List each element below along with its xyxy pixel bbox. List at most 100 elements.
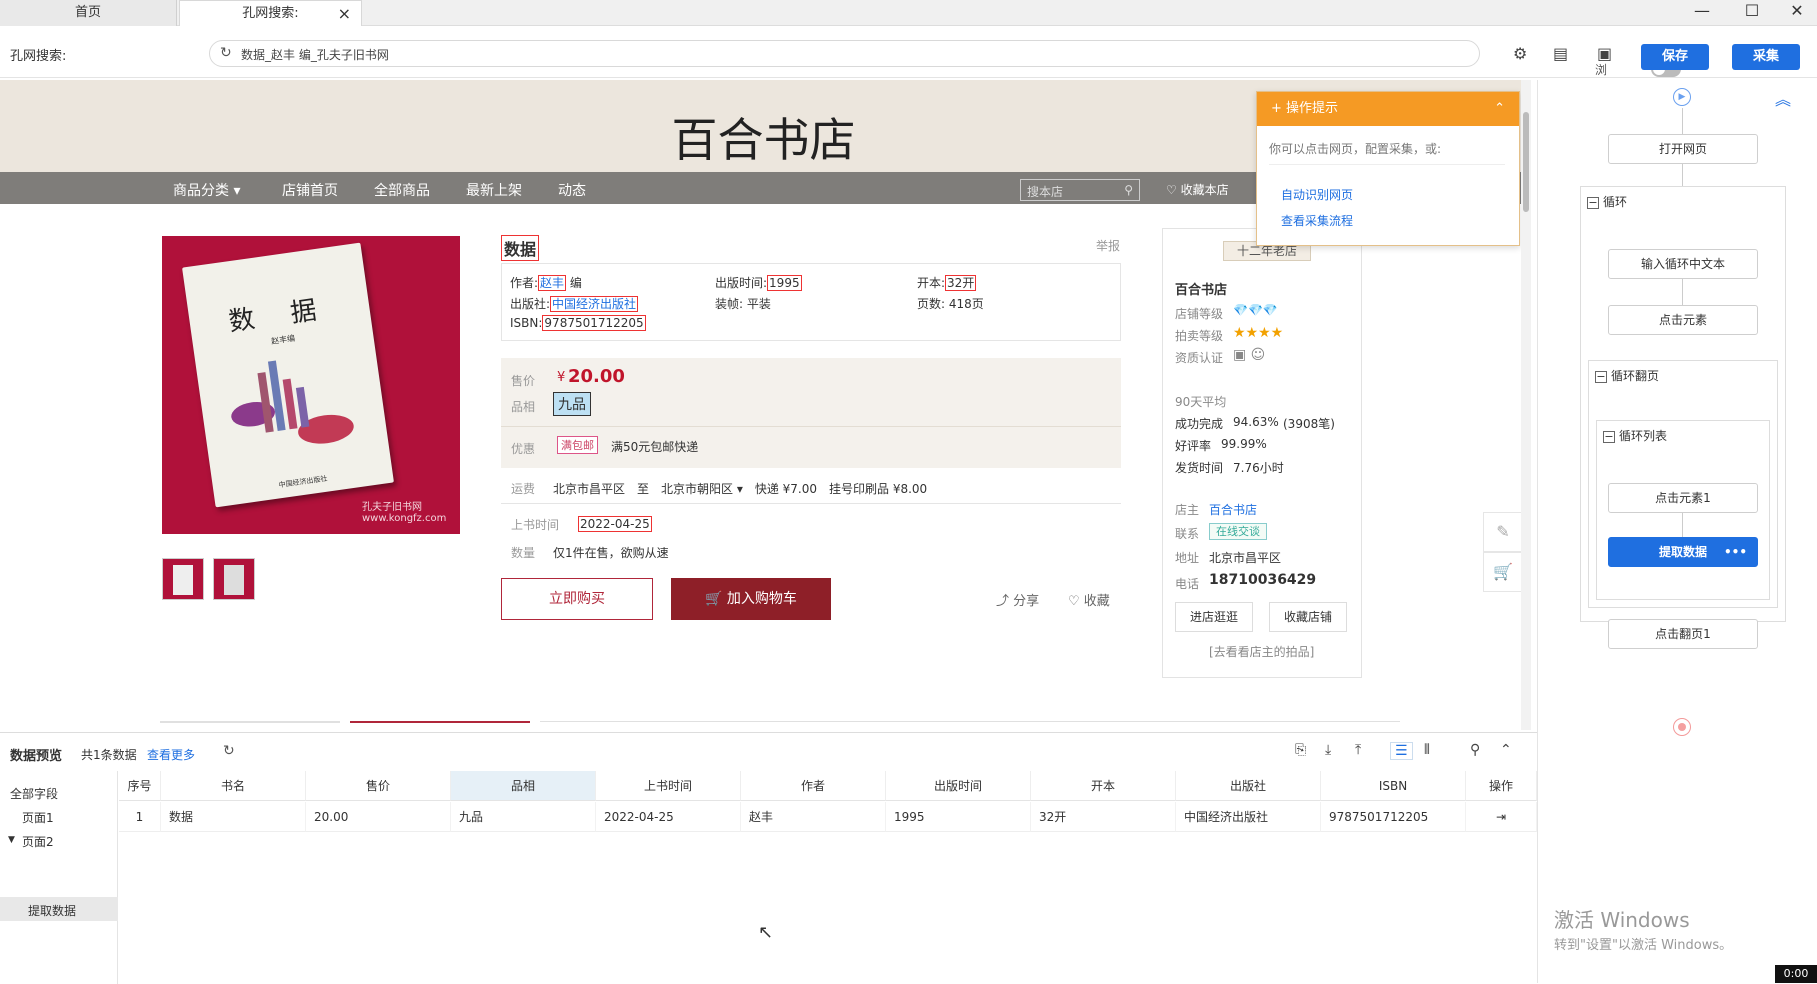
share-button[interactable]: ⤴ 分享 — [996, 590, 1039, 609]
window-icon[interactable]: ▣ — [1597, 44, 1612, 63]
tab-home[interactable]: 首页 — [0, 0, 177, 26]
refresh-icon[interactable]: ↻ — [223, 743, 235, 759]
favorite-shop-button[interactable]: 收藏店铺 — [1269, 602, 1347, 632]
refresh-icon[interactable]: ↻ — [220, 45, 232, 61]
table-cell[interactable]: 中国经济出版社 — [1176, 802, 1321, 832]
auction-link[interactable]: [去看看店主的拍品] — [1209, 643, 1314, 660]
table-cell[interactable]: 32开 — [1031, 802, 1176, 832]
table-cell[interactable]: 九品 — [451, 802, 596, 832]
add-to-cart-button[interactable]: 🛒 加入购物车 — [671, 578, 831, 620]
isbn-field: ISBN: 9787501712205 — [510, 315, 646, 331]
flow-click-element-1[interactable]: 点击元素1 — [1608, 483, 1758, 513]
buy-now-button[interactable]: 立即购买 — [501, 578, 653, 620]
table-cell: 1 — [119, 802, 161, 832]
nav-news[interactable]: 动态 — [558, 180, 586, 200]
nav-all[interactable]: 全部商品 — [374, 180, 430, 200]
report-link[interactable]: 举报 — [1096, 237, 1120, 254]
store-search-input[interactable]: 搜本店 ⚲ — [1020, 179, 1140, 201]
shop-card: 十二年老店 百合书店 店铺等级 💎💎💎 拍卖等级 ★★★★ 资质认证 ▣ ☺ 9… — [1162, 228, 1362, 678]
col-header[interactable]: 售价 — [306, 771, 451, 801]
detail-tab-1[interactable] — [160, 721, 340, 723]
expand-caret-icon[interactable]: ▼ — [8, 835, 15, 845]
auto-detect-link[interactable]: 自动识别网页 — [1281, 186, 1353, 203]
cert-icon[interactable]: ▣ ☺ — [1233, 347, 1265, 363]
scrollbar-thumb[interactable] — [1523, 112, 1529, 212]
collect-button[interactable]: ♡ 收藏 — [1068, 590, 1110, 609]
view-more-link[interactable]: 查看更多 — [147, 746, 195, 763]
table-cell[interactable]: 9787501712205 — [1321, 802, 1466, 832]
col-header[interactable]: 出版社 — [1176, 771, 1321, 801]
flow-input-text[interactable]: 输入循环中文本 — [1608, 249, 1758, 279]
nav-home[interactable]: 店铺首页 — [282, 180, 338, 200]
collect-button[interactable]: 采集 — [1732, 44, 1800, 70]
page-scrollbar[interactable] — [1521, 80, 1531, 730]
flow-start-icon: ▶ — [1673, 88, 1691, 106]
tree-page1[interactable]: 页面1 — [22, 809, 54, 826]
collapse-box-icon[interactable]: − — [1587, 197, 1599, 209]
book-main-image[interactable]: 数 据 赵丰编 中国经济出版社 孔夫子旧书网 www.kongfz.com — [162, 236, 460, 534]
table-cell[interactable]: 2022-04-25 — [596, 802, 741, 832]
list-view-icon[interactable]: ☰ — [1390, 742, 1413, 760]
maximize-button[interactable]: ☐ — [1732, 0, 1772, 26]
tree-all-fields[interactable]: 全部字段 — [10, 785, 58, 802]
col-header[interactable]: 出版时间 — [886, 771, 1031, 801]
favorite-store-link[interactable]: ♡ 收藏本店 — [1166, 181, 1229, 198]
col-header[interactable]: 开本 — [1031, 771, 1176, 801]
format-label: 开本: — [917, 276, 946, 290]
view-flow-link[interactable]: 查看采集流程 — [1281, 212, 1353, 229]
download-icon[interactable]: ⤓ — [1325, 742, 1331, 758]
collapse-icon[interactable]: ⌃ — [1500, 742, 1512, 758]
close-tab-icon[interactable]: × — [338, 1, 351, 27]
collapse-box-icon[interactable]: − — [1603, 431, 1615, 443]
search-icon[interactable]: ⚲ — [1124, 183, 1133, 197]
flow-open-page[interactable]: 打开网页 — [1608, 134, 1758, 164]
close-window-button[interactable]: ✕ — [1777, 0, 1817, 26]
nav-latest[interactable]: 最新上架 — [466, 180, 522, 200]
collapse-box-icon[interactable]: − — [1595, 371, 1607, 383]
url-input[interactable]: ↻ 数据_赵丰 编_孔夫子旧书网 浏览模式 — [209, 40, 1681, 128]
export-icon[interactable]: ⎘ — [1295, 742, 1306, 758]
save-button[interactable]: 保存 — [1641, 44, 1709, 70]
col-header[interactable]: 作者 — [741, 771, 886, 801]
tree-page2[interactable]: 页面2 — [22, 833, 54, 850]
column-view-icon[interactable]: ⫴ — [1424, 742, 1430, 758]
settings-gear-icon[interactable]: ⚙ — [1513, 44, 1527, 63]
collapse-up-icon[interactable]: ︽ — [1775, 86, 1791, 110]
online-chat-button[interactable]: 在线交谈 — [1209, 523, 1267, 540]
flow-click-element[interactable]: 点击元素 — [1608, 305, 1758, 335]
filter-icon[interactable]: ⚲ — [1470, 742, 1480, 758]
price-label: 售价 — [511, 374, 536, 388]
upload-icon[interactable]: ⤒ — [1355, 742, 1361, 758]
table-cell[interactable]: 1995 — [886, 802, 1031, 832]
thumbnail-2[interactable] — [213, 558, 255, 600]
layout-icon[interactable]: ▤ — [1553, 44, 1568, 63]
publisher-value[interactable]: 中国经济出版社 — [550, 296, 639, 312]
detail-tab-2[interactable] — [350, 721, 530, 723]
minimize-button[interactable]: — — [1682, 0, 1722, 26]
tab-kongwang-search[interactable]: 孔网搜索: × — [179, 0, 362, 26]
col-header[interactable]: ISBN — [1321, 771, 1466, 801]
author-value[interactable]: 赵丰 — [538, 275, 567, 291]
enter-shop-button[interactable]: 进店逛逛 — [1175, 602, 1253, 632]
flow-extract-data[interactable]: 提取数据 ••• — [1608, 537, 1758, 567]
tip-header[interactable]: + 操作提示 ⌃ — [1257, 92, 1519, 126]
table-cell[interactable]: 数据 — [161, 802, 306, 832]
share-icon: ⤴ — [996, 594, 1014, 609]
thumbnail-1[interactable] — [162, 558, 204, 600]
edit-icon[interactable]: ✎ — [1483, 512, 1523, 552]
col-header[interactable]: 品相 — [451, 771, 596, 801]
table-cell[interactable]: 赵丰 — [741, 802, 886, 832]
flow-next-page[interactable]: 点击翻页1 — [1608, 619, 1758, 649]
collapse-icon[interactable]: ⌃ — [1494, 92, 1505, 126]
col-header[interactable]: 上书时间 — [596, 771, 741, 801]
table-cell[interactable]: 20.00 — [306, 802, 451, 832]
row-action-icon[interactable]: ⇥ — [1466, 802, 1537, 832]
nav-category[interactable]: 商品分类 ▾ — [173, 180, 240, 200]
more-icon[interactable]: ••• — [1724, 538, 1747, 566]
col-header[interactable]: 书名 — [161, 771, 306, 801]
shipping-text[interactable]: 北京市昌平区 至 北京市朝阳区 ▾ 快递 ¥7.00 挂号印刷品 ¥8.00 — [553, 480, 927, 497]
tree-extract[interactable]: 提取数据 — [28, 902, 76, 919]
plus-icon: + — [1271, 101, 1287, 116]
cart-icon[interactable]: 🛒 — [1483, 552, 1523, 592]
owner-link[interactable]: 百合书店 — [1209, 501, 1257, 518]
